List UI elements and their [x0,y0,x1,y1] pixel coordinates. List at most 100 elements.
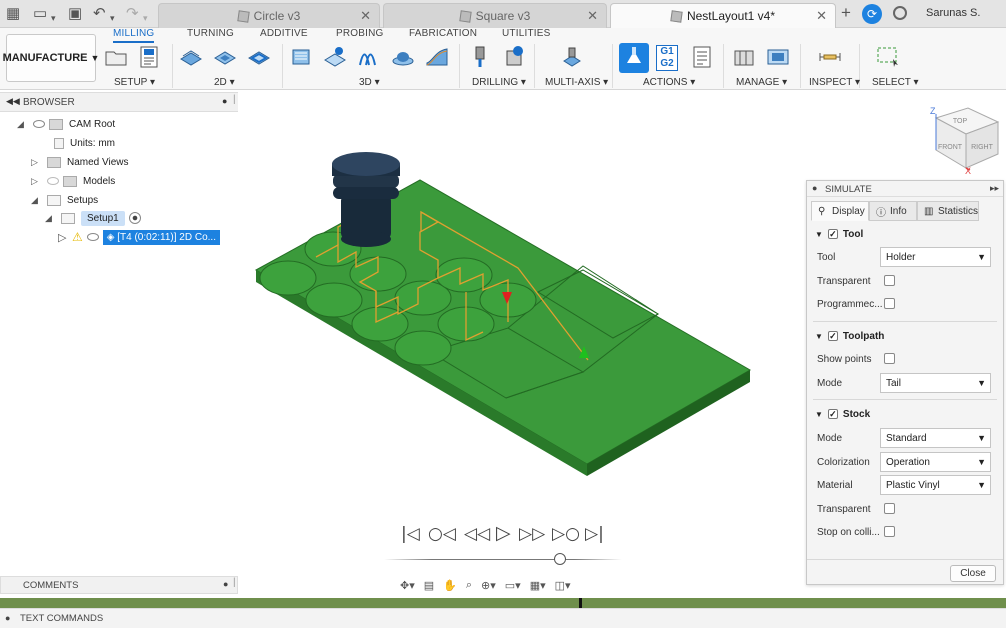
pin-icon[interactable]: ● [223,579,228,589]
3d-adaptive-icon[interactable] [289,45,313,69]
simulation-timeline[interactable] [0,598,1006,608]
expand-icon[interactable]: ◢ [31,195,43,206]
orbit-icon[interactable]: ✥▾ [400,579,415,595]
close-icon[interactable]: ✕ [587,8,598,24]
simulate-action-button[interactable] [619,43,649,73]
fit-icon[interactable]: ⊕▾ [481,579,496,595]
group-actions[interactable]: ACTIONS ▾ [643,77,695,88]
window-select-icon[interactable] [876,45,900,69]
toolpath-mode-select[interactable]: Tail ▼ [880,373,991,393]
stock-mode-select[interactable]: Standard ▼ [880,428,991,448]
collapse-icon[interactable]: ▼ [815,410,823,419]
text-commands-bar[interactable]: ● TEXT COMMANDS [0,608,1006,628]
chevron-down-icon[interactable]: ▾ [51,9,56,27]
tree-cam-root[interactable]: ◢ CAM Root [17,115,115,133]
section-toolpath[interactable]: ▼ ✓ Toolpath [807,325,1003,347]
next-op-icon[interactable]: ▷○ [552,524,580,544]
eye-icon[interactable] [33,120,45,128]
expand-icon[interactable]: ◢ [17,119,29,130]
job-status-icon[interactable]: ⟳ [862,4,882,24]
tree-units[interactable]: Units: mm [50,134,115,152]
workspace-switcher[interactable]: MANUFACTURE ▼ [3,34,99,82]
undo-icon[interactable]: ↶ [93,5,106,23]
stop-icon[interactable]: ● [812,183,817,193]
folder-setup-icon[interactable] [104,45,128,69]
redo-menu-icon[interactable]: ▾ [143,9,148,27]
eye-icon[interactable] [86,233,99,241]
group-multi-axis[interactable]: MULTI-AXIS ▾ [545,77,608,88]
close-icon[interactable]: ✕ [816,8,827,24]
tab-square[interactable]: Square v3 ✕ [383,3,607,28]
show-points-checkbox[interactable] [884,353,895,364]
section-stock[interactable]: ▼ ✓ Stock [807,403,1003,425]
user-name[interactable]: Sarunas S. [926,7,980,19]
group-select[interactable]: SELECT ▾ [872,77,919,88]
undo-menu-icon[interactable]: ▾ [110,9,115,27]
group-3d[interactable]: 3D ▾ [359,77,380,88]
new-tab-icon[interactable]: + [841,4,851,22]
2d-adaptive-icon[interactable] [179,45,203,69]
nc-program-icon[interactable] [137,45,161,69]
tool-programmed-checkbox[interactable] [884,298,895,309]
eye-icon[interactable] [47,177,59,185]
expand-icon[interactable]: ▷ [58,231,70,244]
tab-nestlayout[interactable]: NestLayout1 v4* ✕ [610,3,836,28]
pin-icon[interactable]: ● [5,613,10,623]
machine-library-icon[interactable] [766,45,790,69]
group-inspect[interactable]: INSPECT ▾ [809,77,860,88]
close-button[interactable]: Close [950,565,996,582]
tool-checkbox[interactable]: ✓ [827,229,838,239]
grid-icon[interactable]: ▦ [6,5,20,23]
colorization-select[interactable]: Operation ▼ [880,452,991,472]
3d-contour-icon[interactable] [391,45,415,69]
2d-pocket-icon[interactable] [213,45,237,69]
group-manage[interactable]: MANAGE ▾ [736,77,787,88]
viewports-icon[interactable]: ◫▾ [555,579,571,595]
tree-operation[interactable]: ▷ ⚠ ◈ [T4 (0:02:11)] 2D Co... [58,228,220,246]
group-2d[interactable]: 2D ▾ [214,77,235,88]
tab-info[interactable]: ⓘ Info [869,201,917,221]
resize-handle[interactable]: | [233,94,236,105]
expand-icon[interactable]: ▷ [31,176,43,187]
toolpath-checkbox[interactable]: ✓ [827,331,838,341]
setup-sheet-icon[interactable] [690,45,714,69]
stock-transparent-checkbox[interactable] [884,503,895,514]
zoom-icon[interactable]: ⌕ [466,579,472,595]
drill-icon[interactable] [468,45,492,69]
tab-fabrication[interactable]: FABRICATION [409,28,477,39]
tab-turning[interactable]: TURNING [187,28,234,39]
section-tool[interactable]: ▼ ✓ Tool [807,223,1003,245]
view-cube[interactable]: TOP FRONT RIGHT Z X [930,106,1000,176]
clock-icon[interactable] [893,6,907,20]
playback-slider[interactable] [384,559,622,560]
measure-icon[interactable] [818,45,842,69]
look-at-icon[interactable]: ▤ [424,579,434,595]
resize-handle[interactable]: | [233,577,236,588]
play-icon[interactable]: ▷ [496,522,511,544]
tab-utilities[interactable]: UTILITIES [502,28,550,39]
previous-op-icon[interactable]: ○◁ [428,524,456,544]
activate-icon[interactable] [128,212,141,224]
stock-checkbox[interactable]: ✓ [827,409,838,419]
display-settings-icon[interactable]: ▭▾ [505,579,521,595]
tab-circle[interactable]: Circle v3 ✕ [158,3,380,28]
3d-parallel-icon[interactable] [357,45,381,69]
file-icon[interactable]: ▭ [33,5,47,23]
material-select[interactable]: Plastic Vinyl ▼ [880,475,991,495]
skip-end-icon[interactable]: ▷| [585,524,604,544]
timeline-marker[interactable] [579,598,582,608]
skip-start-icon[interactable]: |◁ [401,524,420,544]
2d-contour-icon[interactable] [247,45,271,69]
expand-icon[interactable]: ◢ [45,213,57,224]
expand-icon[interactable]: ▷ [31,157,43,168]
step-back-icon[interactable]: ◁◁ [464,524,490,544]
group-setup[interactable]: SETUP ▾ [114,77,155,88]
tab-additive[interactable]: ADDITIVE [260,28,308,39]
pan-icon[interactable]: ✋ [443,579,457,595]
multi-axis-icon[interactable] [560,45,584,69]
slider-thumb[interactable] [554,553,566,565]
tab-probing[interactable]: PROBING [336,28,384,39]
hole-recognition-icon[interactable] [502,45,526,69]
tree-models[interactable]: ▷ Models [31,172,115,190]
collapse-icon[interactable]: ▼ [815,332,823,341]
